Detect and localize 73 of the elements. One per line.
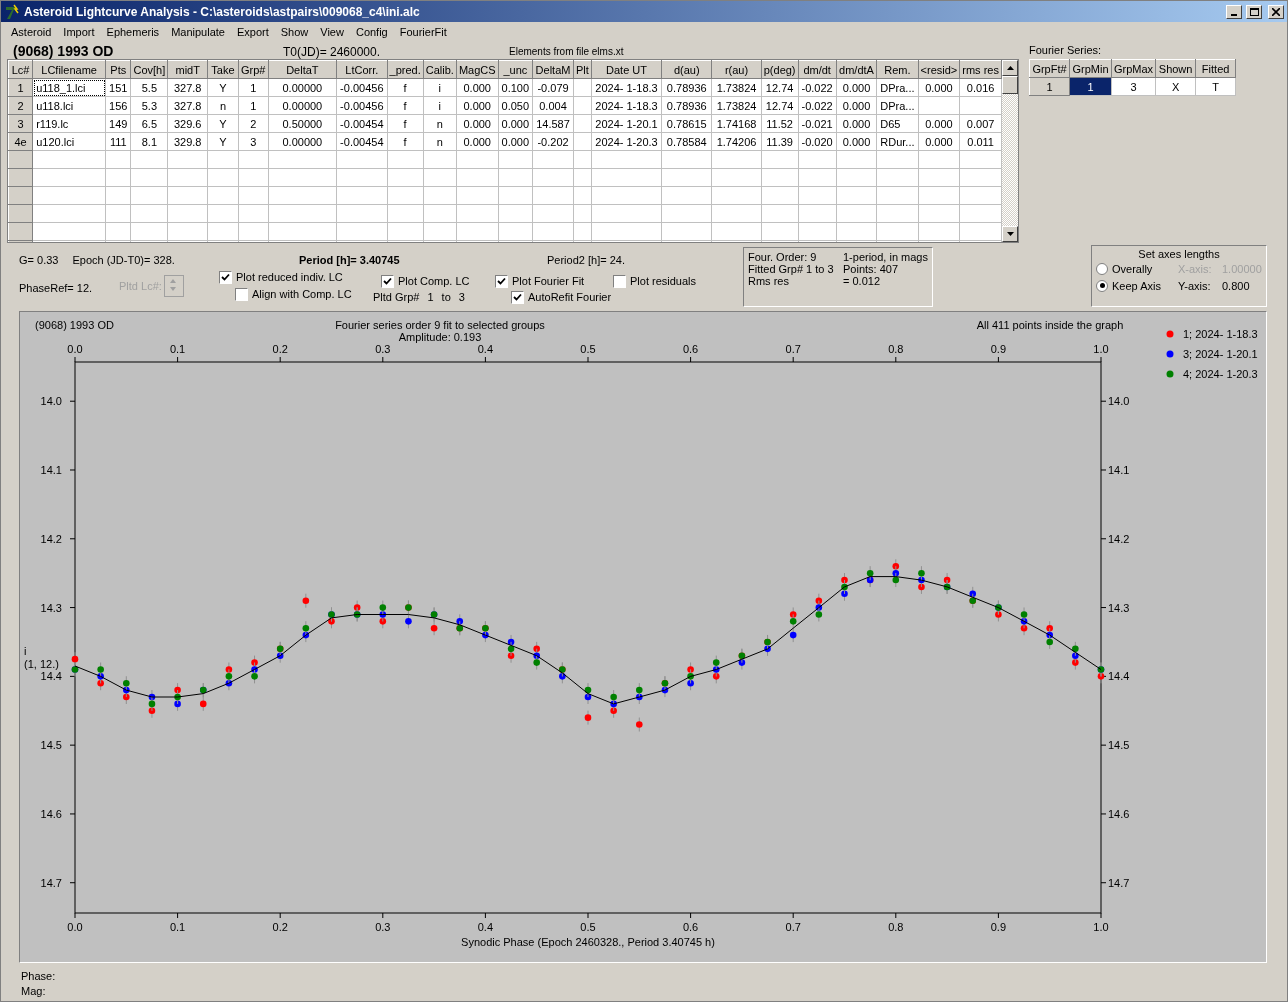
tick-label: 0.3 bbox=[375, 343, 391, 355]
tick-label: 14.3 bbox=[1108, 601, 1130, 614]
tick-label: 0.9 bbox=[990, 921, 1007, 933]
tick-label: 0.0 bbox=[67, 343, 83, 355]
legend-label: 1; 2024- 1-18.3 bbox=[1183, 328, 1258, 340]
tick-label: 14.5 bbox=[40, 739, 62, 752]
t0-text: T0(JD)= 2460000. bbox=[283, 45, 382, 59]
status-label: Phase: bbox=[21, 969, 57, 984]
tick-label: 0.7 bbox=[785, 921, 801, 933]
tick-label: 0.1 bbox=[169, 921, 186, 933]
fourier-title: Fourier Series: bbox=[1029, 44, 1103, 58]
tick-label: 1.0 bbox=[1093, 921, 1109, 933]
axis-title: (1, 12.) bbox=[24, 658, 59, 670]
tick-label: 14.1 bbox=[1108, 464, 1130, 476]
tick-label: 14.6 bbox=[1108, 807, 1130, 820]
tick-label: 0.8 bbox=[888, 343, 904, 355]
tick-label: 0.2 bbox=[272, 343, 288, 355]
pltd-grp-text: Pltd Grp# bbox=[373, 291, 420, 303]
tick-label: 14.1 bbox=[40, 464, 62, 476]
status-label: Mag: bbox=[21, 984, 47, 999]
axis-title: i bbox=[24, 645, 27, 657]
tick-label: 14.7 bbox=[1108, 876, 1130, 889]
axis-title: Synodic Phase (Epoch 2460328., Period 3.40745 h) bbox=[461, 936, 715, 948]
tick-label: 1.0 bbox=[1093, 343, 1109, 355]
fit-info-text: Rms res bbox=[748, 275, 790, 287]
amplitude-text: Amplitude: 0.193 bbox=[398, 331, 482, 343]
phaseref-value: PhaseRef= 12. bbox=[19, 282, 93, 294]
fit-info-text: Fitted Grp# 1 to 3 bbox=[748, 263, 835, 275]
tick-label: 0.1 bbox=[169, 343, 186, 355]
tick-label: 14.5 bbox=[1108, 739, 1130, 752]
tick-label: 0.6 bbox=[682, 343, 699, 355]
tick-label: 0.4 bbox=[477, 921, 494, 933]
period2-value: Period2 [h]= 24. bbox=[547, 254, 625, 266]
fit-info-text: Points: 407 bbox=[843, 263, 900, 275]
axis-value: 0.800 bbox=[1222, 279, 1251, 292]
chart-title: Fourier series order 9 fit to selected groups bbox=[335, 319, 545, 331]
object-name: (9068) 1993 OD bbox=[35, 319, 114, 331]
tick-label: 0.3 bbox=[375, 921, 391, 933]
tick-label: 14.4 bbox=[1108, 670, 1130, 683]
pltd-grp-text: to bbox=[441, 291, 451, 303]
legend-label: 3; 2024- 1-20.1 bbox=[1183, 348, 1258, 360]
tick-label: 14.6 bbox=[40, 807, 62, 820]
epoch-value: Epoch (JD-T0)= 328. bbox=[72, 254, 175, 266]
elements-text: Elements from file elms.xt bbox=[509, 46, 624, 59]
fit-info-text: Four. Order: 9 bbox=[748, 251, 818, 263]
tick-label: 0.0 bbox=[67, 921, 83, 933]
pltd-grp-text: 3 bbox=[458, 291, 465, 303]
tick-label: 14.0 bbox=[1108, 395, 1130, 408]
tick-label: 0.2 bbox=[272, 921, 288, 933]
tick-label: 14.3 bbox=[40, 601, 62, 614]
axis-label: Y-axis: bbox=[1178, 279, 1212, 292]
tick-label: 14.0 bbox=[40, 395, 62, 408]
tick-label: 0.6 bbox=[682, 921, 699, 933]
tick-label: 14.2 bbox=[40, 532, 62, 545]
period-value: Period [h]= 3.40745 bbox=[299, 254, 400, 266]
tick-label: 14.4 bbox=[40, 670, 62, 683]
tick-label: 0.8 bbox=[888, 921, 904, 933]
window-title: Asteroid Lightcurve Analysis - C:\asteroids\astpairs\009068_c4\ini.alc bbox=[24, 4, 421, 19]
fit-info-text: 1-period, in mags bbox=[843, 251, 928, 263]
pltd-grp-text: 1 bbox=[427, 291, 434, 303]
tick-label: 0.5 bbox=[580, 343, 596, 355]
tick-label: 14.2 bbox=[1108, 532, 1130, 545]
tick-label: 0.7 bbox=[785, 343, 801, 355]
fit-info-text: = 0.012 bbox=[843, 275, 881, 287]
asteroid-name: (9068) 1993 OD bbox=[12, 43, 115, 59]
legend-label: 4; 2024- 1-20.3 bbox=[1183, 368, 1258, 380]
tick-label: 0.5 bbox=[580, 921, 596, 933]
tick-label: 0.9 bbox=[990, 343, 1007, 355]
axes-title: Set axes lengths bbox=[1137, 248, 1221, 260]
points-note: All 411 points inside the graph bbox=[976, 319, 1124, 331]
g-value: G= 0.33 bbox=[19, 254, 59, 266]
tick-label: 14.7 bbox=[40, 876, 62, 889]
tick-label: 0.4 bbox=[477, 343, 494, 355]
